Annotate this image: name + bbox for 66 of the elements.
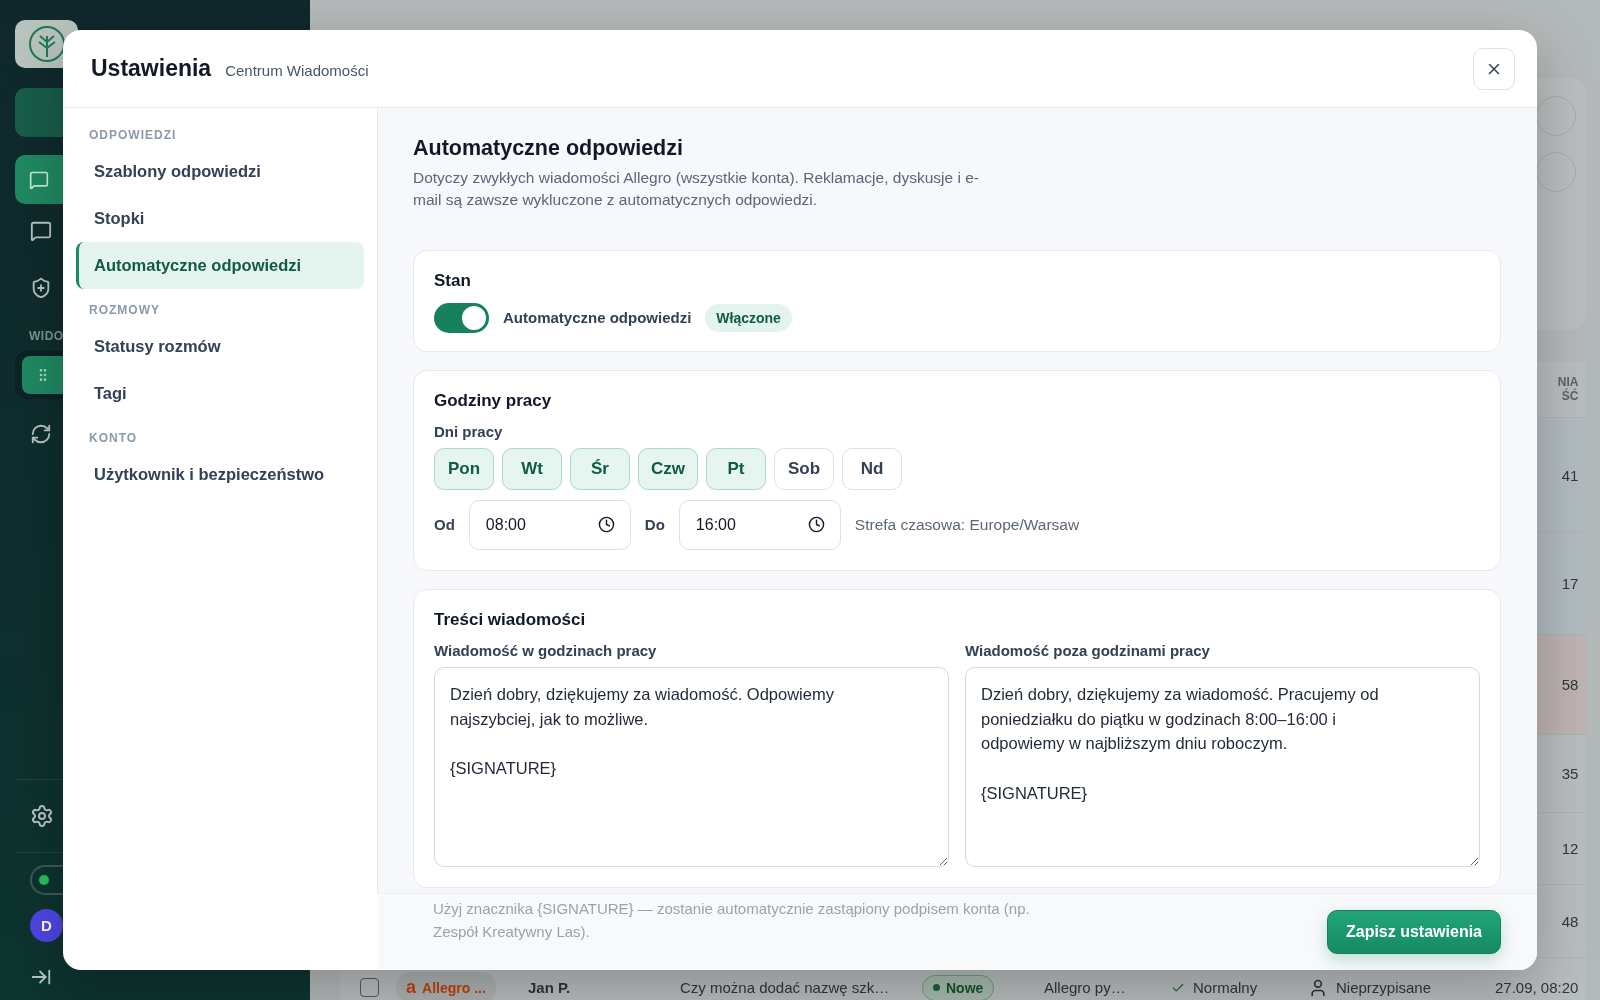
nav-item[interactable]: Automatyczne odpowiedzi [76, 242, 364, 289]
field-label: Od [434, 516, 455, 534]
clock-icon [597, 515, 615, 533]
day-toggle[interactable]: Śr [570, 447, 630, 490]
status-badge: Włączone [705, 303, 792, 332]
table-cell: 27.09, 08:20 [1495, 979, 1579, 996]
settings-icon[interactable] [30, 804, 54, 828]
user-icon [1308, 977, 1328, 998]
day-toggle[interactable]: Sob [774, 447, 834, 490]
status-badge: Nowe [922, 974, 995, 1000]
table-cell: 48 [1561, 912, 1579, 930]
day-toggle[interactable]: Nd [842, 447, 902, 490]
field-label: Wiadomość w godzinach pracy [434, 641, 658, 659]
page-description: Dotyczy zwykłych wiadomości Allegro (wszystkie konta). Reklamacje, dyskusje i e-mail są zawsze wykluczone z automatycznych odpowiedzi. [413, 168, 980, 211]
field-label: Wiadomość poza godzinami pracy [965, 641, 1211, 659]
sidebar-item[interactable] [15, 351, 63, 399]
table-cell: 17 [1561, 575, 1579, 592]
day-toggle[interactable]: Czw [638, 447, 698, 490]
nav-item[interactable]: Użytkownik i bezpieczeństwo [76, 451, 364, 498]
nav-item[interactable]: Stopki [76, 195, 364, 242]
nav-section-heading: ODPOWIEDZI [88, 128, 178, 142]
field-label: Do [644, 516, 665, 534]
day-toggle[interactable]: Pon [434, 447, 494, 490]
logo [26, 24, 67, 64]
message-textarea[interactable]: Dzień dobry, dziękujemy za wiadomość. Pracujemy od poniedziałku do piątku w godzinach 8:00–16:00 i odpowiemy w najbliższym dniu roboczym. {SIGNATURE} [965, 666, 1480, 867]
table-cell: 58 [1561, 676, 1579, 693]
table-cell-text: Czy można dodać nazwę szk… [680, 979, 891, 996]
time-field[interactable]: 16:00 [678, 499, 841, 550]
table-cell: 12 [1561, 840, 1579, 857]
card-title: Godziny pracy [434, 390, 553, 411]
row-checkbox[interactable] [360, 978, 379, 997]
save-button[interactable]: Zapisz ustawienia [1326, 910, 1501, 954]
hint-text: Użyj znacznika {SIGNATURE} — zostanie automatycznie zastąpiony podpisem konta (np. Zespół Kreatywny Las). [433, 899, 1031, 942]
card-title: Stan [434, 270, 472, 291]
table-cell: Nieprzypisane [1336, 979, 1432, 996]
dialog-subtitle: Centrum Wiadomości [225, 62, 369, 79]
table-cell-text: Allegro py… [1044, 979, 1127, 996]
clock-icon [807, 515, 825, 533]
table-cell-text: Jan P. [528, 979, 572, 996]
nav-item[interactable]: Szablony odpowiedzi [76, 148, 364, 195]
column-header: NIA ŚĆ [1557, 376, 1579, 403]
table-cell: Normalny [1193, 979, 1258, 996]
nav-item[interactable]: Statusy rozmów [76, 323, 364, 370]
day-toggle[interactable]: Pt [706, 447, 766, 490]
avatar[interactable]: D [30, 909, 63, 942]
field-label: Dni pracy [434, 422, 504, 440]
time-field[interactable]: 08:00 [468, 499, 631, 550]
page-title: Automatyczne odpowiedzi [413, 136, 684, 161]
toggle-switch[interactable] [434, 302, 489, 333]
close-button[interactable] [1473, 47, 1515, 90]
source-badge: a Allegro ... [396, 972, 496, 1000]
dialog-title: Ustawienia [91, 55, 212, 82]
nav-item[interactable]: Tagi [76, 370, 364, 417]
card-title: Treści wiadomości [434, 609, 587, 630]
table-cell: 35 [1561, 765, 1579, 782]
day-toggle[interactable]: Wt [502, 447, 562, 490]
chat-icon[interactable] [30, 220, 54, 244]
message-textarea[interactable]: Dzień dobry, dziękujemy za wiadomość. Odpowiemy najszybciej, jak to możliwe. {SIGNATURE} [434, 666, 949, 867]
nav-section-heading: ROZMOWY [88, 303, 161, 317]
chat-icon [29, 169, 49, 190]
timezone-text: Strefa czasowa: Europe/Warsaw [854, 515, 1080, 534]
sidebar-section-label: WIDO [29, 329, 64, 343]
table-cell: 41 [1561, 466, 1579, 484]
toggle-label: Automatyczne odpowiedzi [503, 309, 692, 327]
sidebar-button[interactable] [15, 155, 63, 204]
nav-section-heading: KONTO [88, 431, 139, 445]
